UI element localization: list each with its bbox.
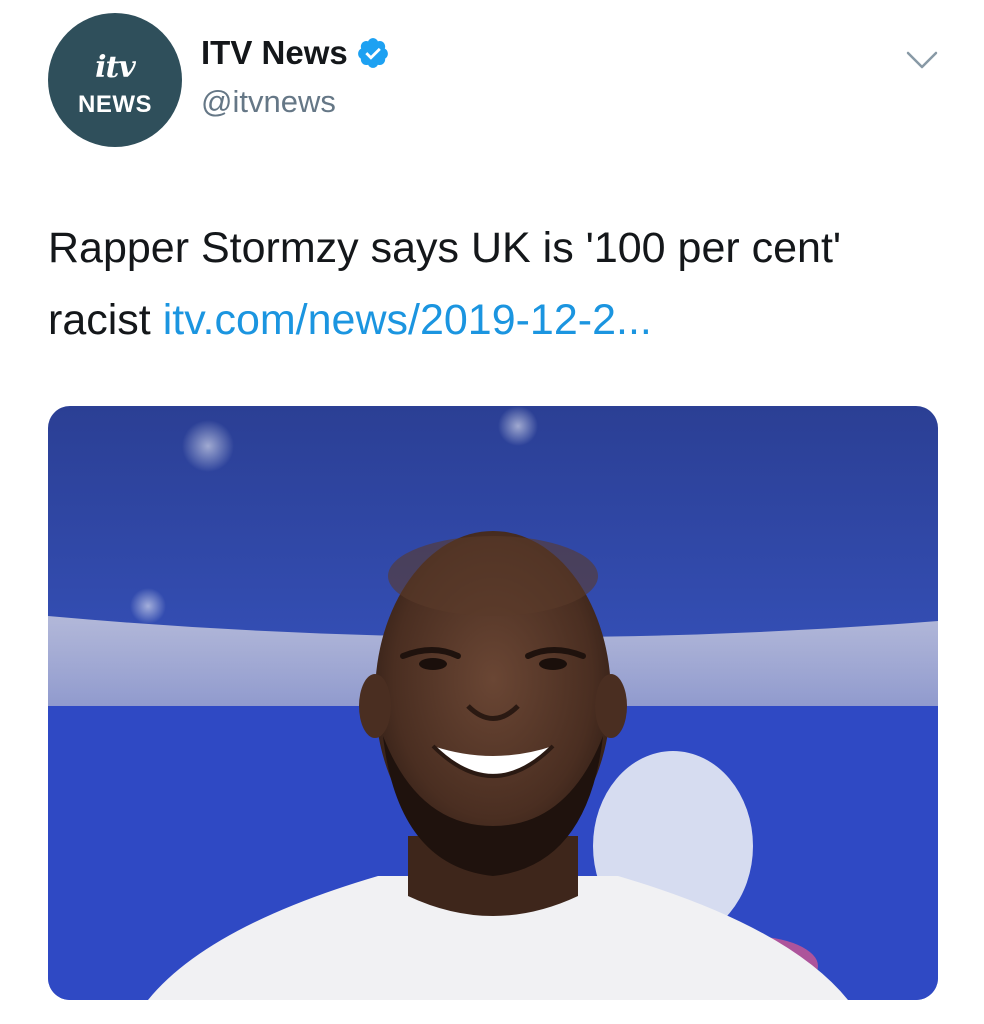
- avatar-logo-news: NEWS: [78, 91, 152, 118]
- avatar[interactable]: itv NEWS: [48, 13, 182, 147]
- tweet-link[interactable]: itv.com/news/2019-12-2...: [163, 296, 652, 344]
- tweet: itv NEWS ITV News @itvnews Rapper Stormz…: [0, 0, 984, 1024]
- tweet-media-photo[interactable]: [48, 406, 938, 1000]
- tweet-text: Rapper Stormzy says UK is '100 per cent'…: [48, 212, 928, 356]
- chevron-down-icon[interactable]: [904, 47, 940, 73]
- avatar-logo-itv: itv: [95, 50, 136, 85]
- photo-illustration: [48, 406, 938, 1000]
- display-name-row: ITV News: [201, 34, 390, 72]
- handle[interactable]: @itvnews: [201, 84, 336, 120]
- display-name[interactable]: ITV News: [201, 34, 348, 72]
- verified-badge-icon: [357, 38, 388, 68]
